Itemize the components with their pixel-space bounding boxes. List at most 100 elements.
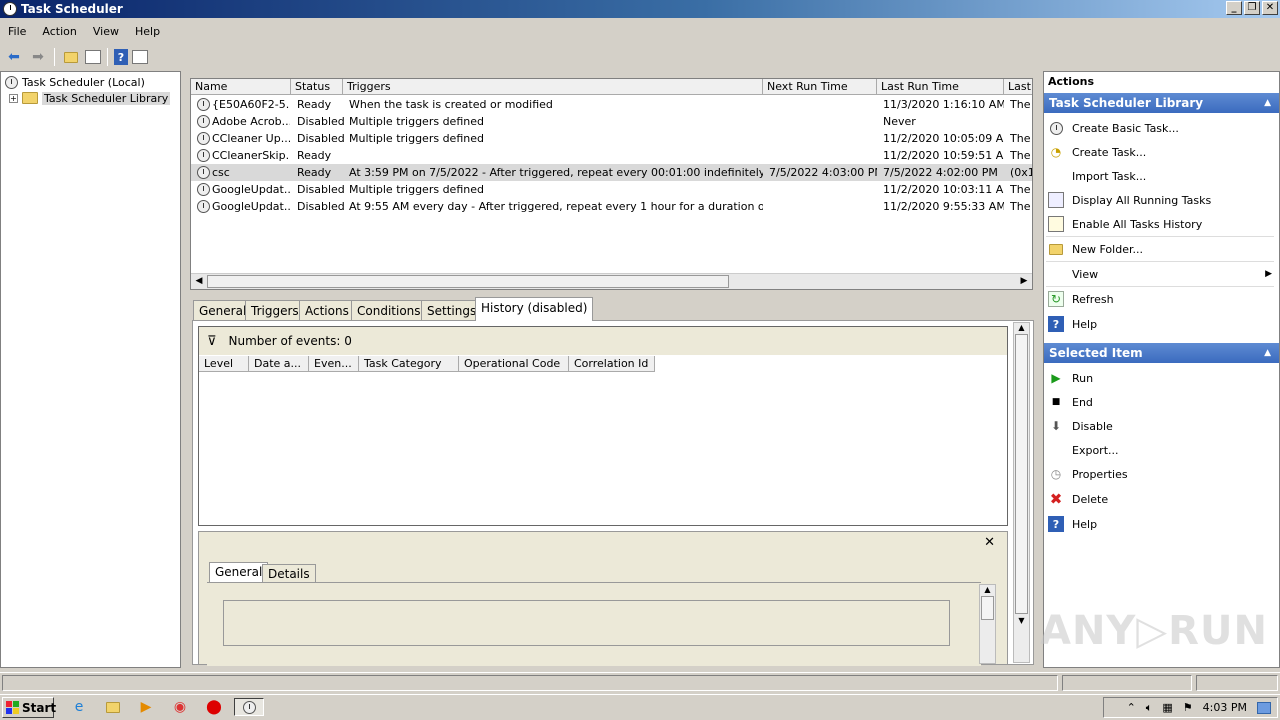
- action-properties[interactable]: ◷ Properties: [1048, 463, 1276, 485]
- col-level[interactable]: Level: [199, 356, 249, 372]
- volume-icon[interactable]: 🔈︎: [1146, 701, 1153, 715]
- show-hide-console-tree-icon[interactable]: [85, 50, 101, 64]
- action-display-running[interactable]: Display All Running Tasks: [1048, 189, 1276, 211]
- col-next-run[interactable]: Next Run Time: [763, 79, 877, 95]
- run-icon: ▶: [1051, 371, 1061, 385]
- detail-scrollbar[interactable]: ▲: [979, 584, 996, 664]
- action-create-basic-task[interactable]: Create Basic Task...: [1048, 117, 1276, 139]
- task-row[interactable]: csc Ready At 3:59 PM on 7/5/2022 - After t…: [191, 164, 1032, 181]
- detail-text-box: [223, 600, 950, 646]
- task-cell-last: 11/2/2020 9:55:33 AM: [883, 200, 1004, 213]
- task-scheduler-taskbar-button[interactable]: [234, 698, 264, 716]
- task-row[interactable]: Adobe Acrob... Disabled Multiple triggers …: [191, 113, 1032, 130]
- col-date[interactable]: Date a...: [249, 356, 309, 372]
- task-row[interactable]: GoogleUpdat... Disabled Multiple triggers …: [191, 181, 1032, 198]
- close-button[interactable]: ✕: [1262, 1, 1278, 15]
- task-cell-result: (0x1: [1010, 166, 1033, 179]
- task-row[interactable]: {E50A60F2-5... Ready When the task is crea…: [191, 96, 1032, 113]
- task-cell-result: The: [1010, 200, 1031, 213]
- title-bar: Task Scheduler _ ❐ ✕: [0, 0, 1280, 18]
- help-icon[interactable]: ?: [114, 49, 128, 65]
- chrome-icon[interactable]: ◉: [171, 698, 189, 716]
- tab-conditions[interactable]: Conditions: [351, 300, 427, 321]
- forward-arrow-icon[interactable]: ➡: [28, 47, 48, 67]
- scroll-left-icon[interactable]: ◀: [192, 275, 206, 288]
- task-row[interactable]: GoogleUpdat... Disabled At 9:55 AM every d…: [191, 198, 1032, 215]
- col-triggers[interactable]: Triggers: [343, 79, 763, 95]
- label: Disable: [1072, 419, 1113, 433]
- show-hidden-icons[interactable]: ⌃: [1127, 701, 1136, 714]
- col-last-result[interactable]: Last: [1004, 79, 1032, 95]
- tree-item-library[interactable]: + Task Scheduler Library: [9, 90, 171, 106]
- media-player-icon[interactable]: ▶: [137, 698, 155, 716]
- col-status[interactable]: Status: [291, 79, 343, 95]
- label: New Folder...: [1072, 242, 1143, 256]
- detail-tab-general[interactable]: General: [209, 562, 269, 582]
- history-scrollbar[interactable]: ▲ ▼: [1013, 322, 1030, 663]
- windows-logo-icon: [6, 701, 19, 714]
- opera-icon[interactable]: ⬤: [205, 698, 223, 716]
- action-new-folder[interactable]: New Folder...: [1048, 238, 1276, 260]
- network-icon[interactable]: ▦: [1162, 701, 1172, 714]
- scroll-thumb[interactable]: [207, 275, 729, 288]
- detail-tab-details[interactable]: Details: [262, 564, 316, 582]
- label: End: [1072, 395, 1093, 409]
- label: Refresh: [1072, 292, 1114, 306]
- col-name[interactable]: Name: [191, 79, 291, 95]
- tab-history[interactable]: History (disabled): [475, 297, 594, 321]
- action-help-library[interactable]: ? Help: [1048, 313, 1276, 335]
- action-help-selected[interactable]: ? Help: [1048, 513, 1276, 535]
- back-arrow-icon[interactable]: ⬅: [4, 47, 24, 67]
- expand-icon[interactable]: +: [9, 93, 18, 103]
- menu-view[interactable]: View: [85, 25, 127, 38]
- label: Delete: [1072, 492, 1109, 506]
- action-end[interactable]: ■ End: [1048, 391, 1276, 413]
- explorer-icon[interactable]: [104, 698, 122, 716]
- action-center-icon[interactable]: ⚑: [1183, 701, 1193, 714]
- col-operational-code[interactable]: Operational Code: [459, 356, 569, 372]
- ie-icon[interactable]: e: [70, 698, 88, 716]
- section-task-scheduler-library[interactable]: Task Scheduler Library ▲: [1044, 93, 1279, 113]
- maximize-button[interactable]: ❐: [1244, 1, 1260, 15]
- taskbar: Start e ▶ ◉ ⬤ ⌃ 🔈︎ ▦ ⚑ 4:03 PM: [0, 694, 1280, 720]
- action-export[interactable]: Export...: [1048, 439, 1276, 461]
- label: Export...: [1072, 443, 1119, 457]
- up-folder-icon[interactable]: [61, 47, 81, 67]
- menu-help[interactable]: Help: [127, 25, 168, 38]
- clock[interactable]: 4:03 PM: [1203, 701, 1247, 714]
- task-row[interactable]: CCleanerSkip... Ready 11/2/2020 10:59:51 A…: [191, 147, 1032, 164]
- collapse-icon[interactable]: ▲: [1264, 93, 1271, 113]
- disable-icon: ⬇: [1050, 419, 1062, 433]
- horizontal-scrollbar[interactable]: ◀ ▶: [191, 273, 1032, 289]
- tab-triggers[interactable]: Triggers: [245, 300, 305, 321]
- action-enable-history[interactable]: Enable All Tasks History: [1048, 213, 1276, 235]
- action-import-task[interactable]: Import Task...: [1048, 165, 1276, 187]
- menu-action[interactable]: Action: [34, 25, 84, 38]
- col-last-run[interactable]: Last Run Time: [877, 79, 1004, 95]
- scroll-right-icon[interactable]: ▶: [1017, 275, 1031, 288]
- task-row[interactable]: CCleaner Up... Disabled Multiple triggers …: [191, 130, 1032, 147]
- section-selected-item[interactable]: Selected Item ▲: [1044, 343, 1279, 363]
- col-task-category[interactable]: Task Category: [359, 356, 459, 372]
- tab-general[interactable]: General: [193, 300, 253, 321]
- action-create-task[interactable]: ◔ Create Task...: [1048, 141, 1276, 163]
- action-refresh[interactable]: ↻ Refresh: [1048, 288, 1276, 310]
- tab-actions[interactable]: Actions: [299, 300, 355, 321]
- menu-file[interactable]: File: [0, 25, 34, 38]
- action-run[interactable]: ▶ Run: [1048, 367, 1276, 389]
- action-disable[interactable]: ⬇ Disable: [1048, 415, 1276, 437]
- detail-close-icon[interactable]: ✕: [984, 535, 995, 550]
- col-correlation-id[interactable]: Correlation Id: [569, 356, 655, 372]
- filter-icon[interactable]: ⊽: [207, 334, 217, 349]
- collapse-icon[interactable]: ▲: [1264, 343, 1271, 363]
- action-delete[interactable]: ✖ Delete: [1048, 488, 1276, 510]
- tree-root[interactable]: Task Scheduler (Local): [5, 74, 145, 90]
- show-desktop-button[interactable]: [1257, 701, 1271, 714]
- show-hide-action-pane-icon[interactable]: [132, 50, 148, 64]
- end-icon: ■: [1051, 397, 1061, 407]
- minimize-button[interactable]: _: [1226, 1, 1242, 15]
- tab-settings[interactable]: Settings: [421, 300, 483, 321]
- start-button[interactable]: Start: [2, 697, 56, 718]
- col-event[interactable]: Even...: [309, 356, 359, 372]
- action-view[interactable]: View ▶: [1048, 263, 1276, 285]
